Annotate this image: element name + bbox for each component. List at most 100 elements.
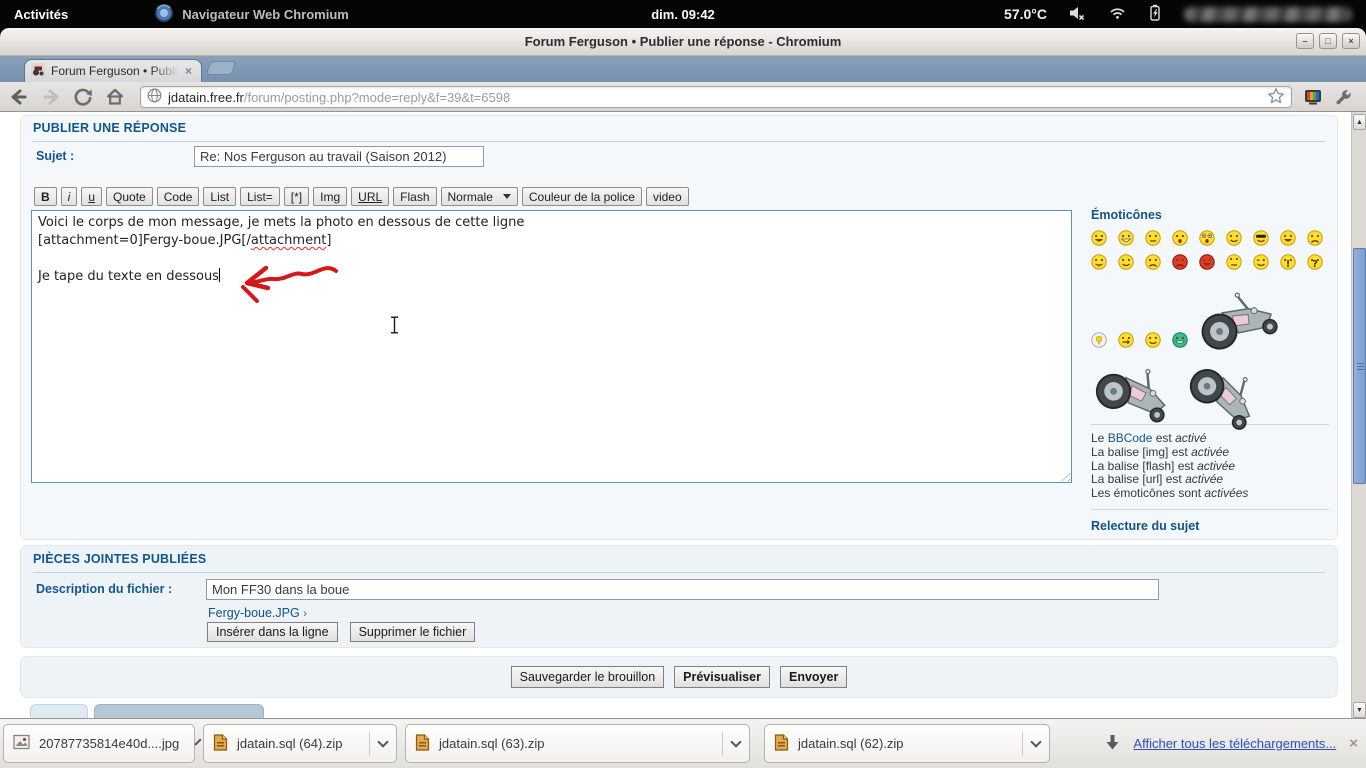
save-draft-button[interactable]: Sauvegarder le brouillon [511, 666, 665, 688]
forward-button[interactable] [38, 85, 64, 109]
smiley-smile-2-icon[interactable] [1145, 332, 1161, 348]
tab-title: Forum Ferguson • Publier [51, 64, 179, 78]
bbcode-italic-button[interactable]: i [61, 187, 78, 206]
subject-input[interactable] [194, 146, 484, 167]
window-titlebar[interactable]: Forum Ferguson • Publier une réponse - C… [0, 28, 1366, 56]
bbcode-flash-button[interactable]: Flash [393, 187, 436, 206]
topic-review-link[interactable]: Relecture du sujet [1091, 519, 1199, 533]
bbcode-list-button[interactable]: List [203, 187, 236, 206]
delete-file-button[interactable]: Supprimer le fichier [350, 622, 476, 642]
smiley-neutral-icon[interactable] [1145, 230, 1161, 246]
video-button[interactable]: video [646, 187, 689, 206]
misspelled-word: attachment [251, 233, 327, 248]
minimize-button[interactable]: – [1296, 33, 1314, 49]
textarea-resize-grip[interactable] [1058, 469, 1070, 481]
reload-button[interactable] [70, 85, 96, 109]
emoticons-title: Émoticônes [1091, 208, 1343, 222]
downloads-bar-close-icon[interactable]: × [1349, 735, 1358, 752]
smiley-sad-icon[interactable] [1145, 254, 1161, 270]
bbcode-faq-link[interactable]: BBCode [1108, 431, 1153, 445]
tractor-emoticon[interactable] [1180, 270, 1289, 364]
message-line: Je tape du texte en dessous [38, 268, 1065, 286]
smiley-evil-icon[interactable] [1172, 254, 1188, 270]
smiley-twisted-icon[interactable] [1199, 254, 1215, 270]
smiley-embarrassed-icon[interactable] [1118, 254, 1134, 270]
forum-posting-page: PUBLIER UNE RÉPONSE Sujet : BiuQuoteCode… [0, 112, 1366, 718]
options-tab-stub[interactable] [30, 704, 88, 718]
activities-button[interactable]: Activités [14, 7, 68, 22]
smiley-arrow-icon[interactable]: → [1118, 332, 1134, 348]
preview-button[interactable]: Prévisualiser [674, 666, 770, 688]
app-title: Navigateur Web Chromium [182, 7, 349, 22]
wifi-icon[interactable] [1109, 5, 1126, 23]
smiley-mad-icon[interactable] [1307, 230, 1323, 246]
focused-app-menu[interactable]: Navigateur Web Chromium [154, 3, 349, 26]
close-button[interactable]: × [1342, 33, 1360, 49]
bbcode-code-button[interactable]: Code [157, 187, 200, 206]
smiley-cool-icon[interactable] [1253, 230, 1269, 246]
smiley-razz-icon[interactable] [1091, 254, 1107, 270]
font-size-select[interactable]: Normale [441, 187, 518, 206]
bbcode-img-button[interactable]: Img [313, 187, 347, 206]
url-text[interactable]: jdatain.free.fr/forum/posting.php?mode=r… [168, 90, 1261, 105]
address-bar[interactable]: jdatain.free.fr/forum/posting.php?mode=r… [140, 86, 1292, 108]
username-redacted[interactable] [1184, 7, 1352, 22]
smiley-big-smile-icon[interactable] [1118, 230, 1134, 246]
bookmark-star-icon[interactable] [1267, 87, 1285, 108]
svg-text:!: ! [1286, 259, 1290, 270]
page-scrollbar[interactable]: ▲ ▼ [1351, 112, 1366, 718]
smiley-rolleyes-icon[interactable] [1226, 254, 1242, 270]
home-button[interactable] [102, 85, 128, 109]
new-tab-button[interactable] [206, 61, 237, 75]
download-item[interactable]: jdatain.sql (64).zip [203, 724, 397, 763]
smiley-idea-icon[interactable] [1091, 332, 1107, 348]
smiley-exclaim-icon[interactable]: ! [1280, 254, 1296, 270]
smiley-smile-icon[interactable] [1226, 230, 1242, 246]
message-line [38, 250, 1065, 268]
maximize-button[interactable]: □ [1319, 33, 1337, 49]
bbcode-url-button[interactable]: URL [351, 187, 389, 206]
scrollbar-thumb[interactable] [1353, 248, 1366, 484]
bbcode-bold-button[interactable]: B [34, 187, 57, 206]
smiley-question-icon[interactable]: ? [1307, 254, 1323, 270]
chevron-down-icon[interactable] [377, 736, 388, 747]
download-item[interactable]: jdatain.sql (63).zip [405, 724, 750, 763]
browser-tab[interactable]: Forum Ferguson • Publier × [24, 59, 202, 82]
wrench-menu-icon[interactable] [1334, 88, 1353, 110]
font-color-button[interactable]: Couleur de la police [522, 187, 642, 206]
download-item[interactable]: 20787735814e40d....jpg [3, 724, 195, 763]
chevron-down-icon[interactable] [730, 736, 741, 747]
bbcode-quote-button[interactable]: Quote [106, 187, 153, 206]
smiley-mr-green-icon[interactable] [1172, 332, 1188, 348]
insert-inline-button[interactable]: Insérer dans la ligne [207, 622, 338, 642]
bbcode-list-ordered-button[interactable]: List= [240, 187, 280, 206]
back-button[interactable] [6, 85, 32, 109]
scroll-down-button[interactable]: ▼ [1353, 702, 1366, 718]
volume-muted-icon[interactable] [1069, 5, 1087, 24]
smiley-laughing-icon[interactable] [1280, 230, 1296, 246]
chevron-down-icon[interactable] [195, 738, 202, 745]
system-tray[interactable]: 57.0°C [1004, 0, 1366, 28]
send-button[interactable]: Envoyer [780, 666, 847, 688]
extension-tv-icon[interactable] [1303, 88, 1323, 109]
smiley-shock-icon[interactable] [1199, 230, 1215, 246]
smiley-very-happy-icon[interactable] [1091, 230, 1107, 246]
attachments-title: PIÈCES JOINTES PUBLIÉES [33, 552, 1325, 573]
attached-file-link[interactable]: Fergy-boue.JPG › [208, 606, 307, 620]
show-all-downloads-link[interactable]: Afficher tous les téléchargements... [1133, 736, 1336, 751]
bbcode-underline-button[interactable]: u [81, 187, 102, 206]
smiley-wink-icon[interactable] [1253, 254, 1269, 270]
tractor-emoticon[interactable] [1084, 349, 1184, 428]
scroll-up-button[interactable]: ▲ [1353, 114, 1366, 130]
file-description-input[interactable] [206, 579, 1159, 600]
download-item[interactable]: jdatain.sql (62).zip [764, 724, 1050, 763]
clock[interactable]: dim. 09:42 [651, 7, 715, 22]
battery-icon[interactable] [1148, 4, 1162, 24]
bbcode-list-item-button[interactable]: [*] [284, 187, 309, 206]
attachments-tab-stub[interactable] [94, 704, 264, 718]
chevron-down-icon[interactable] [1030, 736, 1041, 747]
bbcode-toolbar: BiuQuoteCodeListList=[*]ImgURLFlash Norm… [34, 187, 689, 206]
smiley-surprised-icon[interactable] [1172, 230, 1188, 246]
message-textarea[interactable]: Voici le corps de mon message, je mets l… [31, 210, 1072, 483]
tab-close-icon[interactable]: × [185, 65, 192, 77]
